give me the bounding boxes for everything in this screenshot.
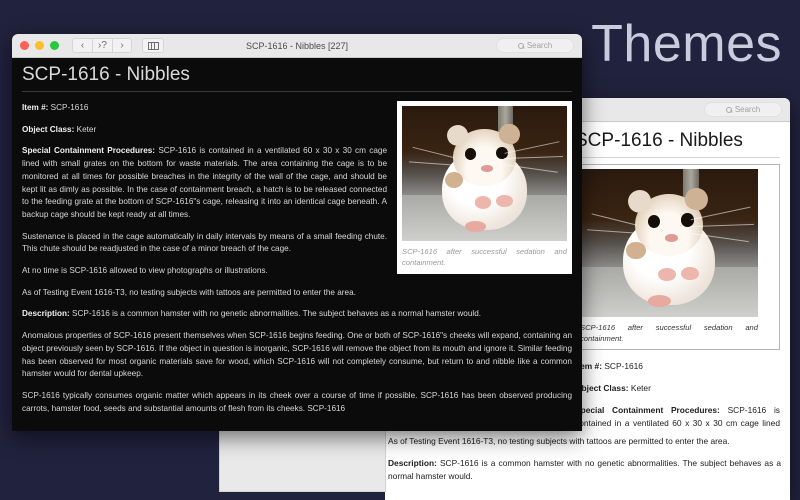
search-placeholder: Search bbox=[526, 41, 553, 50]
traffic-lights[interactable] bbox=[20, 41, 59, 50]
paragraph-testing: As of Testing Event 1616-T3, no testing … bbox=[22, 287, 356, 297]
paragraph-testing-light: As of Testing Event 1616-T3, no testing … bbox=[388, 436, 730, 446]
search-icon bbox=[517, 42, 524, 49]
back-button[interactable]: ‹ bbox=[72, 38, 92, 53]
search-placeholder-light: Search bbox=[734, 105, 761, 114]
figure: SCP-1616 after successful sedation and c… bbox=[397, 101, 572, 274]
hamster-photo bbox=[402, 106, 567, 241]
figure-caption-light: SCP-1616 after successful sedation and c… bbox=[580, 323, 758, 344]
hamster-photo-light bbox=[580, 169, 758, 317]
search-icon bbox=[725, 106, 732, 113]
sidebar-toggle-button[interactable] bbox=[142, 38, 164, 53]
forward-help-button[interactable]: ›? bbox=[92, 38, 112, 53]
close-button[interactable] bbox=[20, 41, 29, 50]
sidebar-icon bbox=[147, 41, 159, 50]
window-light-lower-panel: As of Testing Event 1616-T3, no testing … bbox=[385, 430, 790, 500]
paragraph-description-light: Description: SCP-1616 is a common hamste… bbox=[388, 458, 781, 482]
navigation-buttons[interactable]: ‹ ›? › bbox=[72, 38, 132, 53]
title-divider-light bbox=[575, 157, 780, 158]
desktop-title: Themes bbox=[591, 15, 782, 73]
paragraph-description: Description: SCP-1616 is a common hamste… bbox=[22, 309, 482, 319]
paragraph-item-light: Item #: SCP-1616 bbox=[575, 360, 643, 371]
minimize-button[interactable] bbox=[35, 41, 44, 50]
window-dark-theme[interactable]: ‹ ›? › SCP-1616 - Nibbles [227] Search S… bbox=[12, 34, 582, 431]
search-input-light[interactable]: Search bbox=[704, 102, 782, 117]
empty-panel bbox=[219, 431, 386, 492]
page-title: SCP-1616 - Nibbles bbox=[22, 64, 190, 85]
title-divider bbox=[22, 91, 572, 92]
figure-light: SCP-1616 after successful sedation and c… bbox=[575, 164, 780, 350]
figure-caption: SCP-1616 after successful sedation and c… bbox=[402, 247, 567, 268]
page-title-light: SCP-1616 - Nibbles bbox=[575, 130, 743, 151]
article-body-dark: SCP-1616 - Nibbles SCP-1616 after succes… bbox=[12, 58, 582, 431]
paragraph-consumes: SCP-1616 typically consumes organic matt… bbox=[22, 390, 572, 413]
titlebar-dark[interactable]: ‹ ›? › SCP-1616 - Nibbles [227] Search bbox=[12, 34, 582, 58]
paragraph-anomalous: Anomalous properties of SCP-1616 present… bbox=[22, 331, 572, 379]
maximize-button[interactable] bbox=[50, 41, 59, 50]
search-input[interactable]: Search bbox=[496, 38, 574, 53]
forward-button[interactable]: › bbox=[112, 38, 132, 53]
titlebar-light[interactable]: Search bbox=[565, 98, 790, 122]
paragraph-class-light: Object Class: Keter bbox=[575, 382, 651, 393]
